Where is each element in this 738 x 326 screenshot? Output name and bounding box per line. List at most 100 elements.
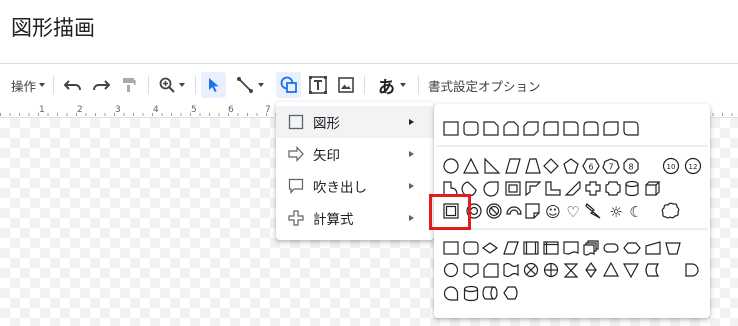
menu-item-arrows[interactable]: 矢印 xyxy=(276,138,434,170)
lightning-bolt-icon[interactable] xyxy=(585,203,601,219)
cube-icon[interactable] xyxy=(645,181,661,196)
flowchart-stored-data-icon[interactable] xyxy=(645,263,660,277)
undo-button[interactable] xyxy=(60,72,86,98)
parallelogram-icon[interactable] xyxy=(505,158,521,174)
flowchart-manual-input-icon[interactable] xyxy=(645,241,661,255)
flowchart-data-icon[interactable] xyxy=(503,241,519,255)
flowchart-collate-icon[interactable] xyxy=(563,263,579,278)
flowchart-delay-icon[interactable] xyxy=(685,263,699,277)
flowchart-display-icon[interactable] xyxy=(503,286,518,300)
redo-button[interactable] xyxy=(88,72,114,98)
zoom-button[interactable] xyxy=(154,72,190,98)
snip-same-side-icon[interactable] xyxy=(503,121,519,136)
round-single-corner-icon[interactable] xyxy=(563,121,579,136)
flowchart-manual-operation-icon[interactable] xyxy=(665,242,681,255)
moon-icon[interactable]: ☾ xyxy=(629,203,642,221)
flowchart-terminator-icon[interactable] xyxy=(603,243,619,253)
flowchart-or-icon[interactable] xyxy=(543,262,559,278)
paint-roller-icon xyxy=(123,78,136,92)
flowchart-punched-tape-icon[interactable] xyxy=(503,262,519,278)
flowchart-internal-storage-icon[interactable] xyxy=(543,241,559,255)
can-icon[interactable] xyxy=(625,180,639,197)
actions-menu-button[interactable]: 操作 xyxy=(8,72,48,98)
title-divider xyxy=(0,63,738,64)
shape-icon xyxy=(280,76,297,93)
flowchart-card-icon[interactable] xyxy=(483,263,499,278)
diagonal-stripe-icon[interactable] xyxy=(564,181,581,196)
rounded-rectangle-icon[interactable] xyxy=(463,121,479,136)
round-diagonal-alt-icon[interactable] xyxy=(623,121,639,136)
oval-icon[interactable] xyxy=(443,158,459,174)
cross-icon[interactable] xyxy=(585,181,601,196)
octagon-icon[interactable]: 8 xyxy=(623,158,639,174)
paint-format-button[interactable] xyxy=(116,72,142,98)
flowchart-sequential-access-icon[interactable] xyxy=(443,286,459,301)
flowchart-merge-icon[interactable] xyxy=(622,263,640,279)
toolbar-divider xyxy=(148,76,149,94)
flowchart-preparation-icon[interactable] xyxy=(623,242,641,254)
heart-icon[interactable]: ♡ xyxy=(566,203,579,221)
ruler-number: 3 xyxy=(115,105,121,115)
flowchart-direct-access-storage-icon[interactable] xyxy=(482,286,498,300)
sun-glyph: ☼ xyxy=(609,203,622,221)
menu-item-equations[interactable]: 計算式 xyxy=(276,202,434,234)
cloud-icon[interactable] xyxy=(661,202,680,219)
format-options-button[interactable]: 書式設定オプション xyxy=(428,72,541,98)
l-shape-icon[interactable] xyxy=(545,181,561,196)
half-frame-icon[interactable] xyxy=(525,181,542,197)
no-symbol-icon[interactable] xyxy=(486,203,502,219)
heptagon-icon[interactable]: 7 xyxy=(602,158,620,174)
right-triangle-icon[interactable] xyxy=(484,157,501,174)
round-same-side-icon[interactable] xyxy=(583,121,599,136)
rectangle-icon[interactable] xyxy=(443,121,459,136)
line-tool-button[interactable] xyxy=(230,72,270,98)
flowchart-magnetic-disk-icon[interactable] xyxy=(463,285,479,302)
snip-single-corner-icon[interactable] xyxy=(483,121,499,136)
ruler-number: 7 xyxy=(265,105,271,115)
frame-icon[interactable] xyxy=(505,181,521,196)
flowchart-process-icon[interactable] xyxy=(443,241,459,255)
octagon-number: 8 xyxy=(628,163,633,172)
sun-icon[interactable]: ☼ xyxy=(609,203,622,221)
image-button[interactable] xyxy=(334,72,358,98)
menu-item-shapes[interactable]: 図形 xyxy=(276,106,434,138)
toolbar-divider xyxy=(53,76,54,94)
chevron-right-icon xyxy=(409,151,414,157)
flowchart-summing-junction-icon[interactable] xyxy=(523,262,539,278)
chevron-down-icon xyxy=(179,83,185,87)
trapezoid-icon[interactable] xyxy=(525,158,541,174)
menu-item-label: 図形 xyxy=(313,116,340,132)
text-box-icon xyxy=(309,76,327,94)
select-tool-button[interactable] xyxy=(201,72,226,98)
menu-item-callouts[interactable]: 吹き出し xyxy=(276,170,434,202)
plaque-icon[interactable] xyxy=(605,181,621,196)
shape-tool-button[interactable] xyxy=(276,72,301,98)
flowchart-offpage-connector-icon[interactable] xyxy=(463,263,479,278)
flowchart-sort-icon[interactable] xyxy=(585,261,597,279)
decagon-icon[interactable]: 10 xyxy=(662,157,680,175)
flowchart-document-icon[interactable] xyxy=(563,241,579,255)
teardrop-icon[interactable] xyxy=(483,181,499,197)
round-diagonal-icon[interactable] xyxy=(603,121,619,136)
snip-round-icon[interactable] xyxy=(543,121,559,136)
zoom-icon xyxy=(159,77,175,93)
flowchart-decision-icon[interactable] xyxy=(481,242,499,254)
flowchart-predefined-process-icon[interactable] xyxy=(523,241,539,255)
text-box-button[interactable] xyxy=(306,72,330,98)
smiley-face-icon[interactable]: ☺ xyxy=(545,203,561,221)
pentagon-icon[interactable] xyxy=(563,158,579,174)
diamond-icon[interactable] xyxy=(543,158,559,174)
chevron-down-icon xyxy=(400,83,406,87)
flowchart-alternate-process-icon[interactable] xyxy=(463,241,479,255)
ruler-number: 6 xyxy=(228,105,234,115)
dodecagon-icon[interactable]: 12 xyxy=(684,157,702,175)
hexagon-icon[interactable]: 6 xyxy=(582,158,600,174)
flowchart-connector-icon[interactable] xyxy=(443,262,459,278)
snip-diagonal-icon[interactable] xyxy=(523,121,539,136)
flowchart-multidocument-icon[interactable] xyxy=(583,240,599,256)
triangle-icon[interactable] xyxy=(463,157,479,174)
text-style-button[interactable]: あ xyxy=(372,72,412,98)
flowchart-extract-icon[interactable] xyxy=(602,261,620,277)
block-arc-icon[interactable] xyxy=(506,206,522,215)
folded-corner-icon[interactable] xyxy=(525,203,540,219)
